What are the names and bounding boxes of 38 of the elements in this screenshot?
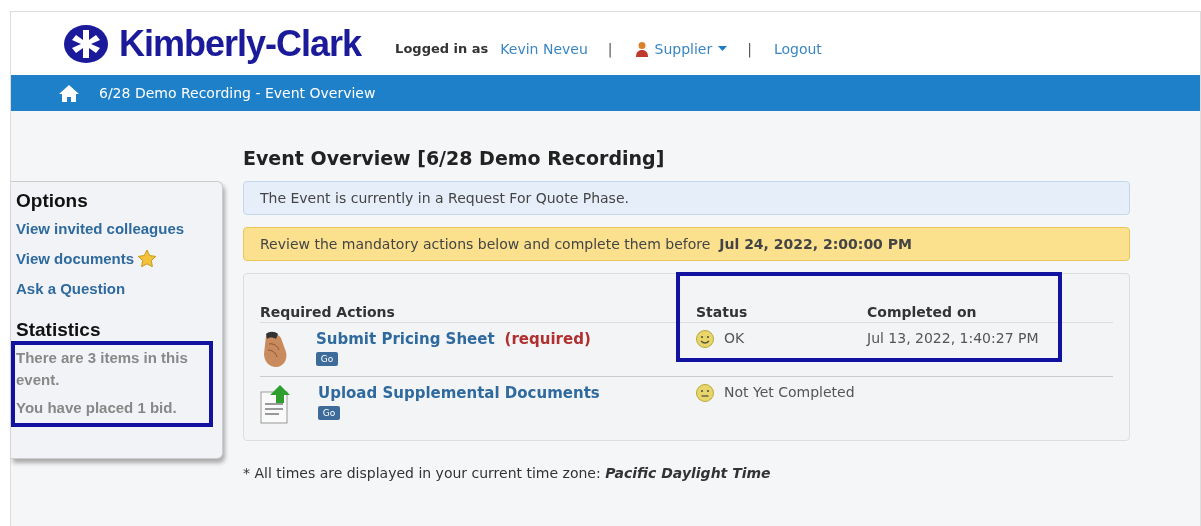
- home-icon[interactable]: [59, 84, 79, 102]
- statistics-text: There are 3 items in this event.: [16, 348, 189, 390]
- sidebar-link[interactable]: View invited colleagues: [16, 220, 185, 237]
- go-button[interactable]: Go: [316, 352, 338, 366]
- caret-icon: [718, 45, 728, 52]
- logo-icon: [63, 23, 109, 64]
- action-link[interactable]: Upload Supplemental Documents: [318, 384, 600, 402]
- logo-wordmark: Kimberly-Clark: [119, 22, 362, 65]
- separator: |: [747, 40, 752, 57]
- statistics-text: You have placed 1 bid.: [16, 398, 178, 418]
- status-text: Not Yet Completed: [724, 384, 855, 400]
- star-icon: [138, 250, 157, 267]
- separator: |: [607, 40, 613, 57]
- person-icon: [634, 40, 649, 57]
- status-text: OK: [724, 330, 745, 346]
- logout-link[interactable]: Logout: [773, 40, 822, 57]
- page-title: Event Overview [6/28 Demo Recording]: [243, 147, 666, 169]
- timezone-note: * All times are displayed in your current time zone: Pacific Daylight Time: [243, 465, 772, 481]
- smiley-icon: [696, 330, 714, 348]
- role-menu[interactable]: Supplier: [634, 40, 728, 57]
- deadline-notice: Review the mandatory actions below and complete them before Jul 24, 2022, 2:00:00 PM: [243, 227, 1130, 261]
- breadcrumb-text: 6/28 Demo Recording - Event Overview: [99, 85, 376, 101]
- document-upload-icon: [260, 384, 292, 424]
- statistics-heading: Statistics: [16, 319, 102, 341]
- options-heading: Options: [16, 190, 89, 212]
- column-header: Completed on: [867, 304, 1113, 323]
- column-header: Required Actions: [260, 304, 696, 323]
- completed-date: Jul 13, 2022, 1:40:27 PM: [867, 330, 1039, 346]
- column-header: Status: [696, 304, 867, 323]
- sidebar-link[interactable]: Ask a Question: [16, 280, 126, 297]
- sidebar-link[interactable]: View documents: [16, 250, 135, 267]
- phase-notice: The Event is currently in a Request For Quote Phase.: [243, 181, 1130, 215]
- required-label: (required): [504, 330, 591, 348]
- user-link[interactable]: Kevin Neveu: [500, 40, 588, 57]
- neutral-face-icon: [696, 384, 714, 402]
- action-link[interactable]: Submit Pricing Sheet: [316, 330, 495, 348]
- logged-in-label: Logged in as: [395, 41, 489, 56]
- go-button[interactable]: Go: [318, 406, 340, 420]
